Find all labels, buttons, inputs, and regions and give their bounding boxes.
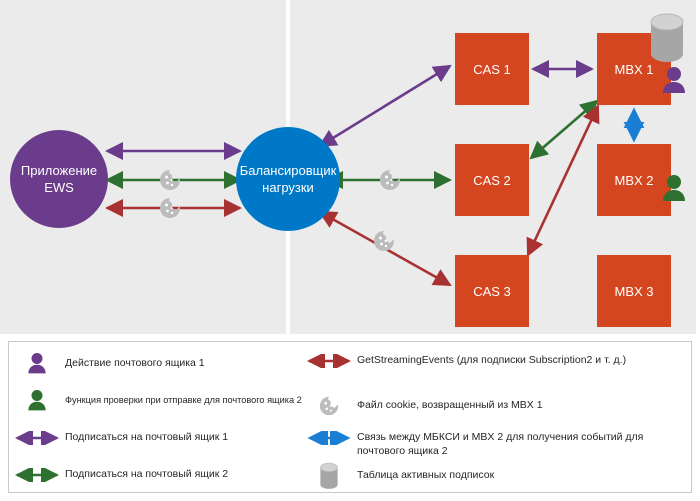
node-app-ews-line2: EWS — [44, 180, 74, 195]
diagram-page: Приложение EWS Балансировщик нагрузки CA… — [0, 0, 700, 501]
legend-item-getstreamingevents: GetStreamingEvents (для подписки Subscri… — [301, 347, 693, 375]
node-app-ews: Приложение EWS — [10, 130, 108, 228]
database-cylinder-icon — [301, 462, 357, 490]
node-mbx-3: MBX 3 — [597, 255, 671, 327]
legend-item-mailbox-send-check-2: Функция проверки при отправке для почтов… — [9, 387, 339, 415]
database-cylinder-icon — [650, 13, 684, 62]
node-mbx-3-label: MBX 3 — [614, 283, 654, 299]
legend-label: Таблица активных подписок — [357, 469, 495, 481]
legend-label: Функция проверки при отправке для почтов… — [65, 395, 302, 405]
legend-item-subscribe-mailbox-2: Подписаться на почтовый ящик 2 — [9, 461, 339, 489]
node-mbx-2-label: MBX 2 — [614, 172, 654, 188]
person-purple-icon — [9, 350, 65, 378]
legend-label: GetStreamingEvents (для подписки Subscri… — [357, 354, 627, 366]
node-app-ews-line1: Приложение — [20, 163, 98, 178]
node-cas-2-label: CAS 2 — [473, 172, 511, 188]
cookie-icon — [380, 170, 400, 190]
legend-column-left: Действие почтового ящика 1 Функция прове… — [9, 342, 339, 492]
node-cas-1-label: CAS 1 — [473, 61, 511, 77]
node-cas-1: CAS 1 — [455, 33, 529, 105]
cookie-icon — [160, 198, 180, 218]
cookie-icon — [301, 392, 357, 420]
node-mbx-1-label: MBX 1 — [614, 61, 654, 77]
legend-item-mailbox-action-1: Действие почтового ящика 1 — [9, 350, 339, 378]
legend-label: Подписаться на почтовый ящик 1 — [65, 431, 229, 443]
node-cas-2: CAS 2 — [455, 144, 529, 216]
legend-item-mbx-connection: Связь между МБКСИ и MBX 2 для получения … — [301, 424, 693, 458]
legend-column-right: GetStreamingEvents (для подписки Subscri… — [301, 342, 693, 492]
red-double-arrow-icon — [301, 347, 357, 375]
node-load-balancer-line1: Балансировщик — [239, 163, 337, 178]
legend-label: Действие почтового ящика 1 — [65, 357, 205, 369]
person-purple-icon — [663, 67, 685, 93]
diagram-canvas: Приложение EWS Балансировщик нагрузки CA… — [0, 0, 700, 334]
node-cas-3-label: CAS 3 — [473, 283, 511, 299]
legend-item-cookie-from-mbx1: Файл cookie, возвращенный из MBX 1 — [301, 392, 693, 420]
legend-label: Файл cookie, возвращенный из MBX 1 — [357, 399, 543, 411]
person-green-icon — [9, 387, 65, 415]
person-green-icon — [663, 175, 685, 201]
legend-label: Подписаться на почтовый ящик 2 — [65, 468, 229, 480]
arrow-lb-cas1-purple — [318, 64, 452, 148]
cookie-icon — [374, 231, 394, 251]
green-double-arrow-icon — [9, 461, 65, 489]
legend-item-subscribe-mailbox-1: Подписаться на почтовый ящик 1 — [9, 424, 339, 452]
node-load-balancer: Балансировщик нагрузки — [236, 127, 340, 231]
node-load-balancer-line2: нагрузки — [262, 180, 314, 195]
blue-dotted-double-arrow-icon — [301, 424, 357, 452]
legend-item-active-subscriptions-table: Таблица активных подписок — [301, 462, 693, 490]
legend-label: Связь между МБКСИ и MBX 2 для получения … — [357, 431, 644, 457]
purple-double-arrow-icon — [9, 424, 65, 452]
cookie-icon — [160, 170, 180, 190]
node-cas-3: CAS 3 — [455, 255, 529, 327]
arrow-cas3-mbx1-red — [526, 104, 600, 257]
legend-panel: Действие почтового ящика 1 Функция прове… — [8, 341, 692, 493]
